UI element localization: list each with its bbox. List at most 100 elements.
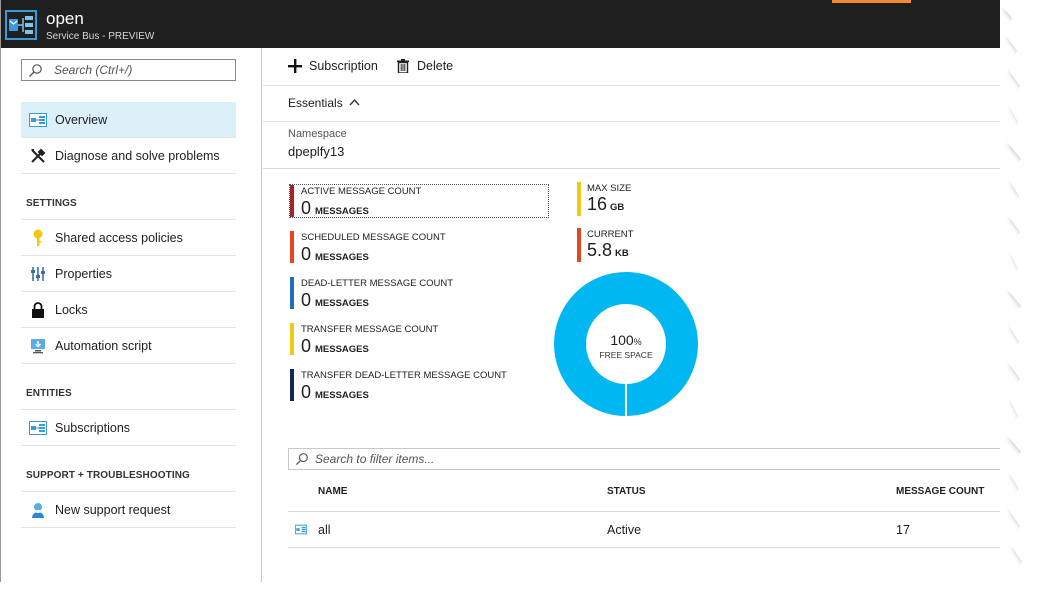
current-size-value: 5.8 [587,240,613,260]
max-size-label: MAX SIZE [587,183,632,194]
menu-item-label: Overview [55,112,108,127]
filter-placeholder: Search to filter items... [315,452,435,466]
add-subscription-label: Subscription [309,59,378,73]
menu-search-input[interactable]: Search (Ctrl+/) [21,59,236,81]
section-header-settings: SETTINGS [26,198,77,209]
max-size-metric: MAX SIZE 16 GB [577,182,697,216]
lock-icon [32,301,44,318]
current-size-label: CURRENT [587,229,634,240]
metric-transfer-dead-letter-message-count[interactable]: TRANSFER DEAD-LETTER MESSAGE COUNT 0 MES… [290,369,548,402]
menu-item-label: Shared access policies [55,230,183,245]
trash-icon [397,59,409,73]
search-icon [295,453,308,466]
metric-unit: MESSAGES [315,390,369,401]
delete-button[interactable]: Delete [397,59,453,73]
command-bar: Subscription Delete [263,48,1000,86]
blade-title: open [46,9,84,28]
service-bus-topic-icon [5,10,37,40]
menu-item-subscriptions[interactable]: Subscriptions [21,410,236,446]
max-size-unit: GB [610,202,625,213]
metric-value: 0 [301,382,312,402]
menu-search-placeholder: Search (Ctrl+/) [54,63,133,77]
metric-color-bar [290,185,294,217]
wrench-icon [31,148,46,163]
table-row[interactable] [288,512,1000,548]
metric-transfer-message-count[interactable]: TRANSFER MESSAGE COUNT 0 MESSAGES [290,323,548,356]
chevron-up-icon[interactable] [349,98,360,106]
menu-item-label: Diagnose and solve problems [55,148,220,163]
namespace-value: dpeplfy13 [288,144,345,159]
plus-icon [288,59,302,73]
section-header-support: SUPPORT + TROUBLESHOOTING [26,470,190,481]
column-header-status[interactable]: STATUS [607,486,646,497]
column-header-name[interactable]: NAME [318,486,347,497]
cell-message-count: 17 [896,523,910,537]
essentials-panel: Essentials [263,86,1000,122]
free-space-donut[interactable]: 100% FREE SPACE [553,270,699,418]
metric-value: 0 [301,336,312,356]
subscription-icon [295,524,307,535]
menu-item-label: Automation script [55,338,152,353]
search-icon [29,64,42,77]
menu-item-overview[interactable]: Overview [21,102,236,138]
metric-scheduled-message-count[interactable]: SCHEDULED MESSAGE COUNT 0 MESSAGES [290,231,548,264]
section-header-entities: ENTITIES [26,388,72,399]
metric-active-message-count[interactable]: ACTIVE MESSAGE COUNT 0 MESSAGES [289,184,549,218]
metric-color-bar [290,277,294,309]
metric-unit: MESSAGES [315,206,369,217]
blade-header: open Service Bus - PREVIEW [1,0,1000,48]
overview-icon [29,112,47,127]
menu-item-automation-script[interactable]: Automation script [21,328,236,364]
support-person-icon [32,502,44,518]
monitor-download-icon [31,338,45,353]
metric-color-bar [290,369,294,401]
menu-item-locks[interactable]: Locks [21,292,236,328]
menu-item-shared-access-policies[interactable]: Shared access policies [21,220,236,256]
delete-label: Delete [417,59,454,73]
metric-label: DEAD-LETTER MESSAGE COUNT [301,278,454,289]
percent-symbol: % [633,337,642,347]
current-size-unit: KB [615,248,629,259]
namespace-label: Namespace [288,128,347,140]
subscriptions-icon [29,420,47,435]
filter-items-input[interactable]: Search to filter items... [288,448,1000,470]
menu-item-new-support-request[interactable]: New support request [21,492,236,528]
divider [263,168,1000,169]
cell-status: Active [607,523,642,537]
portal-window: open Service Bus - PREVIEW Search (Ctrl+… [0,0,1000,582]
divider [288,547,1000,548]
metric-value: 0 [301,290,312,310]
add-subscription-button[interactable]: Subscription [288,59,378,73]
menu-item-label: Locks [55,302,88,317]
max-size-value: 16 [587,194,608,214]
accent-bar [832,0,911,3]
metric-color-bar [577,182,581,216]
key-icon [33,229,43,246]
metric-unit: MESSAGES [315,298,369,309]
free-space-percent: 100 [610,332,634,348]
metric-unit: MESSAGES [315,344,369,355]
blade-subtitle: Service Bus - PREVIEW [46,31,155,42]
current-size-metric: CURRENT 5.8 KB [577,228,697,262]
metric-dead-letter-message-count[interactable]: DEAD-LETTER MESSAGE COUNT 0 MESSAGES [290,277,548,310]
menu-item-label: New support request [55,502,171,517]
essentials-toggle[interactable]: Essentials [288,96,343,110]
free-space-caption: FREE SPACE [599,350,653,360]
metric-label: SCHEDULED MESSAGE COUNT [301,232,446,243]
metric-value: 0 [301,198,312,218]
column-header-message-count[interactable]: MESSAGE COUNT [896,486,984,497]
metric-label: TRANSFER DEAD-LETTER MESSAGE COUNT [301,370,507,381]
metric-color-bar [290,323,294,355]
menu-item-properties[interactable]: Properties [21,256,236,292]
metric-value: 0 [301,244,312,264]
metric-color-bar [577,228,581,262]
menu-item-label: Properties [55,266,112,281]
metric-label: TRANSFER MESSAGE COUNT [301,324,439,335]
sliders-icon [31,266,45,281]
metric-label: ACTIVE MESSAGE COUNT [301,186,422,197]
cell-name[interactable]: all [318,523,331,537]
menu-item-label: Subscriptions [55,420,131,435]
menu-item-diagnose[interactable]: Diagnose and solve problems [21,138,236,174]
metric-color-bar [290,231,294,263]
metric-unit: MESSAGES [315,252,369,263]
